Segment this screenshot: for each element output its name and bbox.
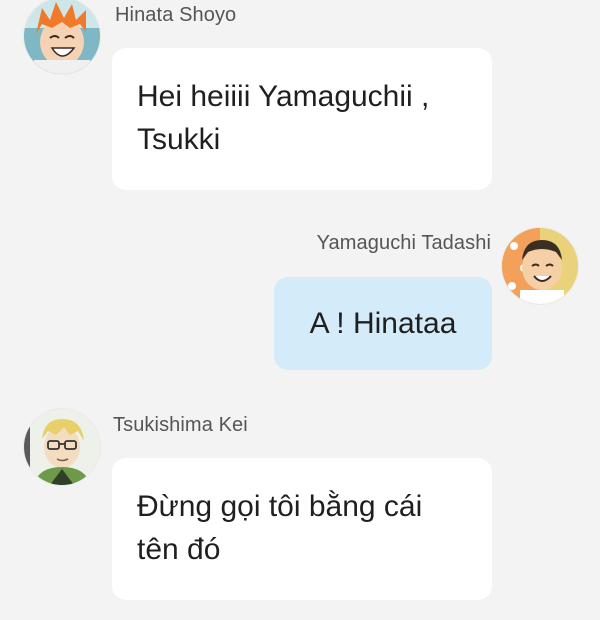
- avatar[interactable]: [24, 409, 100, 485]
- yamaguchi-avatar-icon: [502, 228, 578, 304]
- message-text: A ! Hinataa: [309, 307, 457, 340]
- message-text: Đừng gọi tôi bằng cái tên đó: [137, 490, 423, 566]
- hinata-avatar-icon: [24, 0, 100, 74]
- tsukishima-avatar-icon: [24, 409, 100, 485]
- avatar[interactable]: [24, 0, 100, 74]
- sender-name: Yamaguchi Tadashi: [316, 232, 491, 254]
- avatar[interactable]: [502, 228, 578, 304]
- sender-name: Tsukishima Kei: [113, 414, 248, 436]
- message-bubble[interactable]: Hei heiiii Yamaguchii , Tsukki: [112, 48, 492, 190]
- message-bubble[interactable]: Đừng gọi tôi bằng cái tên đó: [112, 458, 492, 600]
- message-bubble[interactable]: A ! Hinataa: [274, 277, 492, 370]
- message-text: Hei heiiii Yamaguchii , Tsukki: [137, 80, 430, 156]
- sender-name: Hinata Shoyo: [115, 4, 237, 26]
